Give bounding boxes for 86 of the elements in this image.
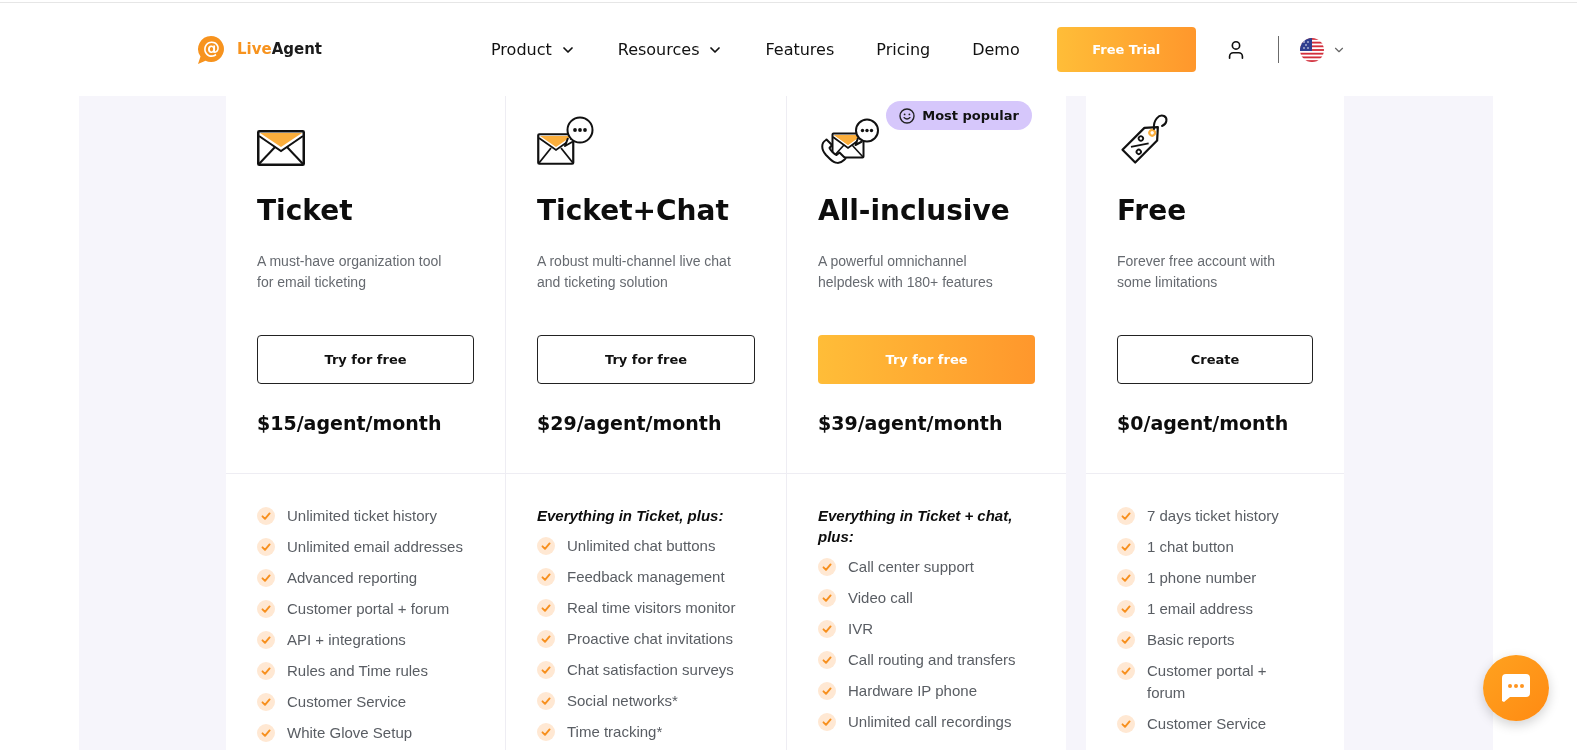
phone-envelope-chat-icon bbox=[818, 118, 880, 166]
plan-price: $15/agent/month bbox=[257, 411, 443, 436]
check-icon bbox=[818, 589, 836, 607]
plan-price: $39/agent/month bbox=[818, 411, 1004, 436]
feature-text: Customer portal + forum bbox=[287, 599, 450, 619]
feature-text: Rules and Time rules bbox=[287, 661, 428, 681]
feature-text: Proactive chat invitations bbox=[567, 629, 733, 649]
envelope-icon bbox=[257, 130, 305, 166]
check-icon bbox=[1117, 538, 1135, 556]
badge-label: Most popular bbox=[922, 106, 1019, 125]
check-icon bbox=[1117, 662, 1135, 680]
check-icon bbox=[257, 507, 275, 525]
check-icon bbox=[1117, 600, 1135, 618]
check-icon bbox=[818, 713, 836, 731]
feature-text: Advanced reporting bbox=[287, 568, 418, 588]
check-icon bbox=[537, 723, 555, 741]
feature-text: 7 days ticket history bbox=[1147, 506, 1279, 526]
nav-link[interactable]: Pricing bbox=[876, 37, 931, 62]
plan-description: A robust multi-channel live chat and ticketing solution bbox=[537, 252, 732, 292]
check-icon bbox=[537, 568, 555, 586]
check-icon bbox=[537, 661, 555, 679]
check-icon bbox=[1117, 569, 1135, 587]
feature-text: Feedback management bbox=[567, 567, 725, 587]
check-icon bbox=[537, 599, 555, 617]
plan-title: Ticket bbox=[257, 193, 354, 229]
check-icon bbox=[257, 600, 275, 618]
feature-text: IVR bbox=[848, 619, 873, 639]
check-icon bbox=[537, 692, 555, 710]
feature-text: 1 email address bbox=[1147, 599, 1253, 619]
check-icon bbox=[257, 693, 275, 711]
check-icon bbox=[257, 724, 275, 742]
feature-text: Unlimited chat buttons bbox=[567, 536, 716, 556]
check-icon bbox=[1117, 631, 1135, 649]
plan-title: All-inclusive bbox=[818, 193, 1011, 229]
plan-title: Free bbox=[1117, 193, 1188, 229]
nav-link[interactable]: Demo bbox=[972, 37, 1020, 62]
feature-text: Time tracking* bbox=[567, 722, 663, 742]
feature-text: Hardware IP phone bbox=[848, 681, 977, 701]
plan-description: A must-have organization tool for email ticketing bbox=[257, 252, 443, 292]
feature-text: API + integrations bbox=[287, 630, 406, 650]
check-icon bbox=[257, 538, 275, 556]
nav-link[interactable]: Resources bbox=[617, 37, 724, 62]
feature-text: Real time visitors monitor bbox=[567, 598, 736, 618]
plan-price: $0/agent/month bbox=[1117, 411, 1290, 436]
features-heading: Everything in Ticket + chat, plus: bbox=[818, 506, 1014, 547]
plan-button[interactable]: Create bbox=[1117, 335, 1313, 384]
feature-text: Unlimited email addresses bbox=[287, 537, 463, 557]
feature-text: 1 chat button bbox=[1147, 537, 1234, 557]
feature-text: Basic reports bbox=[1147, 630, 1235, 650]
feature-text: Chat satisfaction surveys bbox=[567, 660, 734, 680]
envelope-chat-icon bbox=[537, 116, 595, 166]
nav-link[interactable]: Features bbox=[765, 37, 835, 62]
speech-bubble-icon bbox=[1501, 673, 1531, 703]
feature-text: Customer Service bbox=[287, 692, 407, 712]
check-icon bbox=[257, 631, 275, 649]
check-icon bbox=[537, 537, 555, 555]
feature-text: 1 phone number bbox=[1147, 568, 1257, 588]
plan-button[interactable]: Try for free bbox=[537, 335, 755, 384]
feature-text: Social networks* bbox=[567, 691, 678, 711]
logo-wordmark[interactable]: LiveAgent bbox=[237, 38, 323, 61]
plan-button[interactable]: Try for free bbox=[257, 335, 474, 384]
feature-text: Unlimited call recordings bbox=[848, 712, 1012, 732]
feature-text: Call routing and transfers bbox=[848, 650, 1016, 670]
check-icon bbox=[257, 569, 275, 587]
plan-description: Forever free account with some limitations bbox=[1117, 252, 1276, 292]
feature-text: Call center support bbox=[848, 557, 974, 577]
check-icon bbox=[818, 558, 836, 576]
feature-text: Customer Service bbox=[1147, 714, 1267, 734]
features-heading: Everything in Ticket, plus: bbox=[537, 506, 725, 526]
check-icon bbox=[1117, 715, 1135, 733]
plan-price: $29/agent/month bbox=[537, 411, 723, 436]
feature-text: Unlimited ticket history bbox=[287, 506, 438, 526]
feature-text: Customer portal + forum bbox=[1147, 661, 1268, 703]
check-icon bbox=[818, 682, 836, 700]
plan-title: Ticket+Chat bbox=[537, 193, 730, 229]
check-icon bbox=[1117, 507, 1135, 525]
plan-description: A powerful omnichannel helpdesk with 180+ features bbox=[818, 252, 994, 292]
feature-text: White Glove Setup bbox=[287, 723, 413, 743]
smiley-icon bbox=[899, 107, 916, 124]
check-icon bbox=[257, 662, 275, 680]
nav-link[interactable]: Product bbox=[491, 37, 576, 62]
flag-icon[interactable] bbox=[1299, 37, 1324, 62]
feature-text: Video call bbox=[848, 588, 913, 608]
check-icon bbox=[818, 651, 836, 669]
check-icon bbox=[537, 630, 555, 648]
check-icon bbox=[818, 620, 836, 638]
